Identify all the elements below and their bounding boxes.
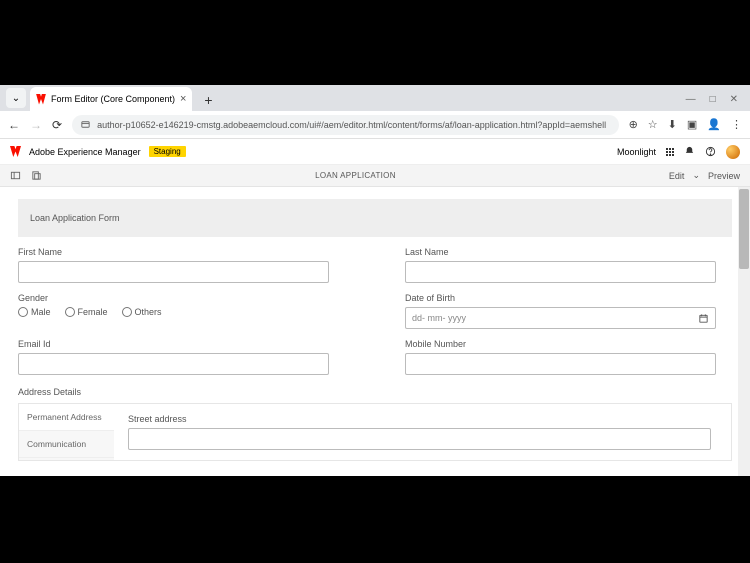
close-tab-icon[interactable]: × — [180, 93, 186, 105]
gender-female-option[interactable]: Female — [65, 307, 108, 317]
aem-header: Adobe Experience Manager Staging Moonlig… — [0, 139, 750, 165]
side-panel-icon[interactable] — [10, 170, 21, 181]
page-info-icon[interactable] — [31, 170, 42, 181]
apps-icon[interactable] — [666, 148, 674, 156]
url-text: author-p10652-e146219-cmstg.adobeaemclou… — [97, 120, 606, 130]
address-section-title: Address Details — [18, 387, 732, 397]
tab-bar: ⌄ Form Editor (Core Component) × + — □ ✕ — [0, 85, 750, 111]
dob-label: Date of Birth — [405, 293, 732, 303]
dob-placeholder: dd- mm- yyyy — [412, 313, 466, 323]
last-name-label: Last Name — [405, 247, 732, 257]
site-settings-icon — [80, 119, 91, 130]
tab-content: Street address — [114, 404, 731, 460]
bookmark-icon[interactable]: ☆ — [648, 118, 658, 131]
mobile-label: Mobile Number — [405, 339, 732, 349]
tab-permanent-address[interactable]: Permanent Address — [19, 404, 114, 431]
calendar-icon[interactable] — [698, 313, 709, 324]
scroll-thumb[interactable] — [739, 189, 749, 269]
notifications-icon[interactable] — [684, 146, 695, 157]
scrollbar[interactable] — [738, 187, 750, 476]
adobe-favicon — [36, 94, 46, 104]
env-badge: Staging — [149, 146, 186, 157]
tenant-name: Moonlight — [617, 147, 656, 157]
last-name-input[interactable] — [405, 261, 716, 283]
form-container: Loan Application Form First Name Last Na… — [0, 187, 750, 476]
street-input[interactable] — [128, 428, 711, 450]
gender-radio-group: Male Female Others — [18, 307, 345, 317]
address-bar: ← → ⟳ author-p10652-e146219-cmstg.adobea… — [0, 111, 750, 139]
tab-title: Form Editor (Core Component) — [51, 94, 175, 104]
url-input[interactable]: author-p10652-e146219-cmstg.adobeaemclou… — [72, 115, 619, 135]
help-icon[interactable] — [705, 146, 716, 157]
zoom-icon[interactable]: ⊕ — [629, 118, 638, 131]
first-name-input[interactable] — [18, 261, 329, 283]
gender-others-option[interactable]: Others — [122, 307, 162, 317]
street-label: Street address — [128, 414, 717, 424]
new-tab-button[interactable]: + — [198, 92, 218, 108]
dob-input[interactable]: dd- mm- yyyy — [405, 307, 716, 329]
form-title: Loan Application Form — [18, 199, 732, 237]
gender-label: Gender — [18, 293, 345, 303]
product-name: Adobe Experience Manager — [29, 147, 141, 157]
window-controls: — □ ✕ — [686, 94, 750, 105]
email-input[interactable] — [18, 353, 329, 375]
tab-search-button[interactable]: ⌄ — [6, 88, 26, 108]
vertical-tabs: Permanent Address Communication — [19, 404, 114, 460]
tab-communication[interactable]: Communication — [19, 431, 114, 458]
page-title: LOAN APPLICATION — [42, 171, 669, 180]
close-window-icon[interactable]: ✕ — [730, 94, 738, 105]
preview-button[interactable]: Preview — [708, 171, 740, 181]
user-avatar[interactable] — [726, 145, 740, 159]
back-button[interactable]: ← — [8, 118, 20, 132]
first-name-label: First Name — [18, 247, 345, 257]
reload-button[interactable]: ⟳ — [52, 118, 62, 132]
maximize-icon[interactable]: □ — [710, 94, 716, 105]
address-tabs: Permanent Address Communication Street a… — [18, 403, 732, 461]
browser-tab[interactable]: Form Editor (Core Component) × — [30, 87, 192, 111]
email-label: Email Id — [18, 339, 345, 349]
mobile-input[interactable] — [405, 353, 716, 375]
gender-male-option[interactable]: Male — [18, 307, 51, 317]
extensions-icon[interactable]: ▣ — [687, 118, 697, 131]
editor-canvas: Loan Application Form First Name Last Na… — [0, 187, 750, 476]
browser-window: ⌄ Form Editor (Core Component) × + — □ ✕… — [0, 85, 750, 476]
profile-icon[interactable]: 👤 — [707, 118, 721, 131]
mode-edit[interactable]: Edit — [669, 171, 685, 181]
forward-button[interactable]: → — [30, 118, 42, 132]
minimize-icon[interactable]: — — [686, 94, 696, 105]
editor-toolbar: LOAN APPLICATION Edit ⌄ Preview — [0, 165, 750, 187]
mode-chevron-icon[interactable]: ⌄ — [692, 170, 700, 181]
adobe-logo-icon — [10, 146, 21, 157]
download-icon[interactable]: ⬇ — [668, 118, 677, 131]
browser-menu-icon[interactable]: ⋮ — [731, 118, 742, 131]
